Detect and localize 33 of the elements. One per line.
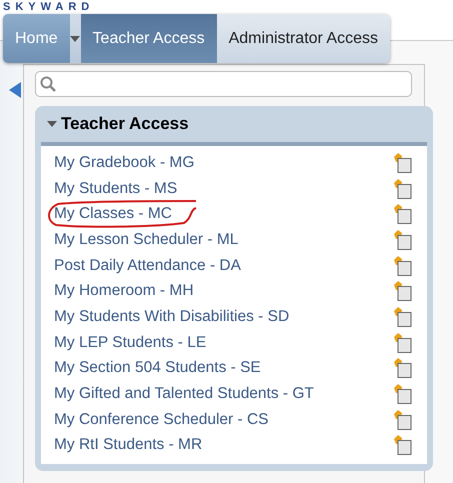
dropdown-button[interactable]	[70, 14, 81, 63]
search-field[interactable]	[35, 71, 412, 97]
page-icon[interactable]	[394, 332, 412, 353]
menu-link[interactable]: My Lesson Scheduler - ML	[54, 230, 393, 249]
page-icon[interactable]	[394, 306, 412, 327]
menu-link[interactable]: My Homeroom - MH	[54, 282, 393, 300]
page-icon[interactable]	[394, 152, 412, 173]
caret-icon[interactable]	[47, 121, 57, 127]
page-icon[interactable]	[394, 230, 412, 250]
menu-link[interactable]: My Students With Disabilities - SD	[54, 308, 393, 326]
page-icon[interactable]	[394, 358, 412, 378]
menu-link[interactable]: Post Daily Attendance - DA	[54, 256, 393, 275]
menu-link[interactable]: My Students - MS	[54, 180, 393, 198]
menu-tab[interactable]: Teacher Access	[80, 14, 217, 63]
page-icon[interactable]	[394, 178, 412, 199]
menu-link[interactable]: My LEP Students - LE	[54, 334, 393, 352]
page-icon[interactable]	[394, 256, 412, 276]
page-icon[interactable]	[394, 204, 412, 224]
menu-link[interactable]: My Conference Scheduler - CS	[54, 410, 393, 429]
search-icon	[40, 76, 56, 92]
menu-tab[interactable]: Administrator Access	[216, 14, 390, 63]
page-icon[interactable]	[394, 281, 412, 302]
menu-link[interactable]: My Gifted and Talented Students - GT	[54, 385, 393, 404]
menu-link[interactable]: My Section 504 Students - SE	[54, 359, 393, 378]
page-icon[interactable]	[394, 384, 412, 404]
logo: SKYWARD	[2, 0, 96, 14]
page-icon[interactable]	[394, 410, 412, 430]
menu-link[interactable]: My RtI Students - MR	[54, 436, 393, 454]
page-icon[interactable]	[394, 435, 412, 456]
menu-link[interactable]: My Gradebook - MG	[54, 154, 393, 172]
menu-link[interactable]: My Classes - MC	[54, 205, 393, 224]
collapse-arrow-icon[interactable]	[9, 82, 21, 98]
group-title: Teacher Access	[61, 114, 189, 134]
